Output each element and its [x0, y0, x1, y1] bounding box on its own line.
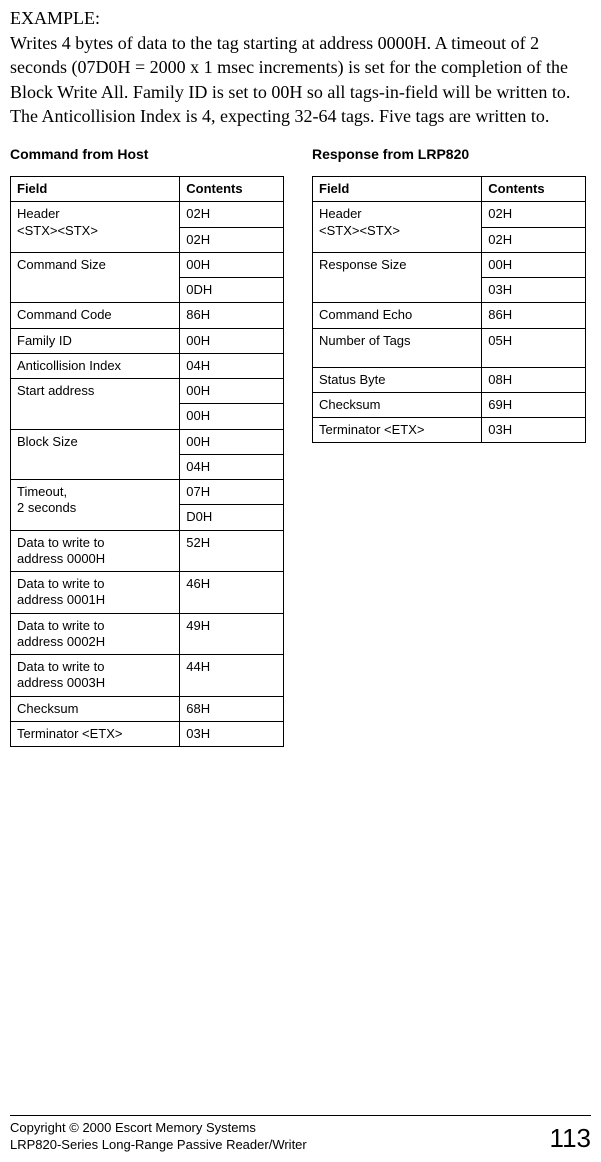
table-header-row: Field Contents: [11, 177, 284, 202]
field-cell: Header<STX><STX>: [11, 202, 180, 253]
value-cell: 02H: [482, 202, 586, 227]
command-header-contents: Contents: [180, 177, 284, 202]
field-cell: Status Byte: [313, 367, 482, 392]
field-cell: Terminator <ETX>: [11, 721, 180, 746]
value-cell: 52H: [180, 530, 284, 572]
value-cell: 68H: [180, 696, 284, 721]
value-cell: 02H: [180, 227, 284, 252]
field-cell: Anticollision Index: [11, 353, 180, 378]
value-cell: 86H: [482, 303, 586, 328]
value-cell: 03H: [482, 418, 586, 443]
value-cell: 04H: [180, 454, 284, 479]
value-cell: 00H: [180, 328, 284, 353]
value-cell: 00H: [180, 379, 284, 404]
table-row: Command Size00H: [11, 252, 284, 277]
field-cell: Command Code: [11, 303, 180, 328]
page: EXAMPLE: Writes 4 bytes of data to the t…: [0, 0, 601, 1162]
value-cell: 86H: [180, 303, 284, 328]
value-cell: D0H: [180, 505, 284, 530]
response-column: Response from LRP820 Field Contents Head…: [312, 140, 586, 443]
table-row: Command Code86H: [11, 303, 284, 328]
value-cell: 00H: [180, 252, 284, 277]
table-row: Start address00H: [11, 379, 284, 404]
response-table: Field Contents Header<STX><STX>02H02HRes…: [312, 176, 586, 443]
response-header-field: Field: [313, 177, 482, 202]
response-header-contents: Contents: [482, 177, 586, 202]
table-row: Response Size00H: [313, 252, 586, 277]
table-row: Terminator <ETX>03H: [11, 721, 284, 746]
value-cell: 05H: [482, 328, 586, 367]
field-cell: Data to write toaddress 0002H: [11, 613, 180, 655]
value-cell: 08H: [482, 367, 586, 392]
table-row: Data to write toaddress 0002H49H: [11, 613, 284, 655]
field-cell: Response Size: [313, 252, 482, 303]
value-cell: 00H: [180, 404, 284, 429]
footer-text: Copyright © 2000 Escort Memory Systems L…: [10, 1120, 307, 1154]
table-row: Terminator <ETX>03H: [313, 418, 586, 443]
value-cell: 03H: [180, 721, 284, 746]
field-cell: Header<STX><STX>: [313, 202, 482, 253]
value-cell: 44H: [180, 655, 284, 697]
field-cell: Checksum: [11, 696, 180, 721]
value-cell: 49H: [180, 613, 284, 655]
field-cell: Start address: [11, 379, 180, 430]
field-cell: Data to write toaddress 0003H: [11, 655, 180, 697]
command-title: Command from Host: [10, 146, 284, 162]
footer: Copyright © 2000 Escort Memory Systems L…: [10, 1115, 591, 1154]
footer-line1: Copyright © 2000 Escort Memory Systems: [10, 1120, 256, 1135]
field-cell: Checksum: [313, 392, 482, 417]
value-cell: 07H: [180, 480, 284, 505]
page-number: 113: [550, 1123, 591, 1154]
table-row: Status Byte08H: [313, 367, 586, 392]
value-cell: 02H: [482, 227, 586, 252]
table-row: Command Echo86H: [313, 303, 586, 328]
table-row: Number of Tags05H: [313, 328, 586, 367]
table-row: Header<STX><STX>02H: [313, 202, 586, 227]
example-label: EXAMPLE:: [10, 8, 591, 29]
field-cell: Block Size: [11, 429, 180, 480]
table-row: Data to write toaddress 0003H44H: [11, 655, 284, 697]
field-cell: Data to write toaddress 0000H: [11, 530, 180, 572]
table-row: Data to write toaddress 0000H52H: [11, 530, 284, 572]
value-cell: 04H: [180, 353, 284, 378]
value-cell: 03H: [482, 278, 586, 303]
table-header-row: Field Contents: [313, 177, 586, 202]
table-row: Data to write toaddress 0001H46H: [11, 572, 284, 614]
field-cell: Command Size: [11, 252, 180, 303]
table-row: Timeout,2 seconds07H: [11, 480, 284, 505]
table-row: Checksum68H: [11, 696, 284, 721]
value-cell: 0DH: [180, 278, 284, 303]
value-cell: 69H: [482, 392, 586, 417]
field-cell: Command Echo: [313, 303, 482, 328]
command-column: Command from Host Field Contents Header<…: [10, 140, 284, 747]
value-cell: 00H: [180, 429, 284, 454]
field-cell: Number of Tags: [313, 328, 482, 367]
intro-paragraph: Writes 4 bytes of data to the tag starti…: [10, 31, 591, 128]
command-table: Field Contents Header<STX><STX>02H02HCom…: [10, 176, 284, 747]
command-header-field: Field: [11, 177, 180, 202]
table-row: Checksum69H: [313, 392, 586, 417]
value-cell: 46H: [180, 572, 284, 614]
response-title: Response from LRP820: [312, 146, 586, 162]
field-cell: Terminator <ETX>: [313, 418, 482, 443]
value-cell: 00H: [482, 252, 586, 277]
columns: Command from Host Field Contents Header<…: [10, 140, 591, 747]
table-row: Block Size00H: [11, 429, 284, 454]
footer-line2: LRP820-Series Long-Range Passive Reader/…: [10, 1137, 307, 1152]
field-cell: Data to write toaddress 0001H: [11, 572, 180, 614]
value-cell: 02H: [180, 202, 284, 227]
field-cell: Family ID: [11, 328, 180, 353]
field-cell: Timeout,2 seconds: [11, 480, 180, 531]
table-row: Anticollision Index04H: [11, 353, 284, 378]
table-row: Family ID00H: [11, 328, 284, 353]
table-row: Header<STX><STX>02H: [11, 202, 284, 227]
